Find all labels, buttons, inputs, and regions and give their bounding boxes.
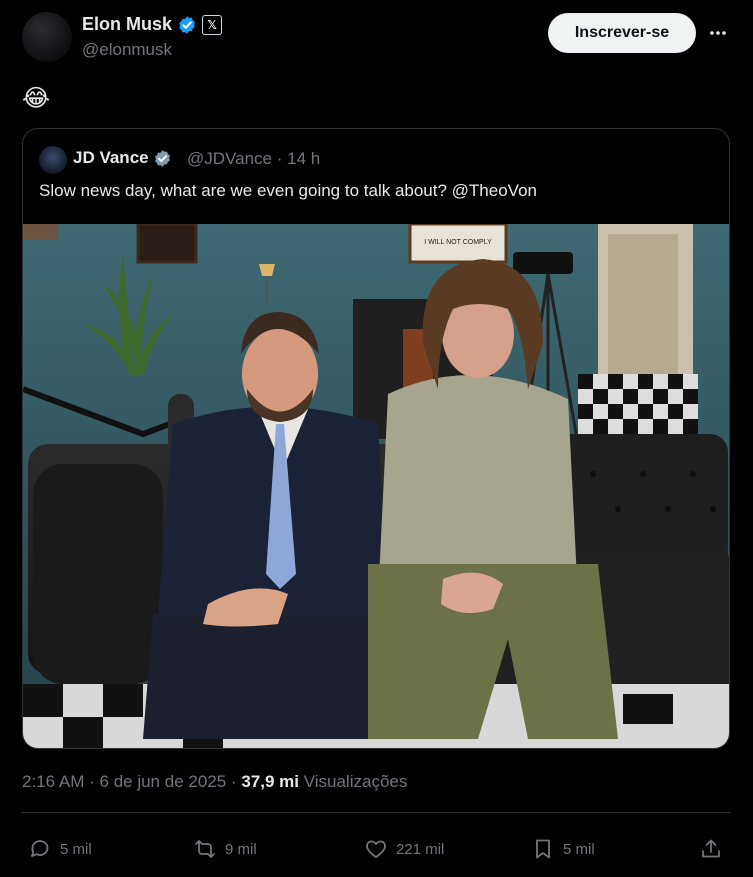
quoted-time[interactable]: 14 h — [287, 149, 320, 168]
views-count[interactable]: 37,9 mi — [241, 772, 299, 791]
quoted-separator: · — [276, 149, 283, 168]
bookmark-button[interactable]: 5 mil — [531, 835, 595, 863]
reply-count: 5 mil — [60, 840, 92, 858]
more-dots-glyph — [710, 31, 726, 35]
quoted-photo[interactable]: I WILL NOT COMPLY — [23, 224, 730, 749]
author-name-row[interactable]: Elon Musk 𝕏 — [82, 14, 223, 36]
verified-badge-icon — [179, 16, 195, 34]
more-icon[interactable] — [706, 20, 730, 46]
quoted-tweet[interactable]: JD Vance @JDVance · 14 h Slow news day, … — [22, 128, 730, 749]
heart-icon — [366, 840, 386, 858]
affiliation-x-badge-icon: 𝕏 — [202, 15, 223, 36]
repost-icon — [195, 840, 215, 858]
photo-sign-text: I WILL NOT COMPLY — [424, 239, 492, 246]
share-icon — [702, 839, 720, 858]
share-button[interactable] — [699, 835, 723, 863]
quoted-author-name[interactable]: JD Vance — [73, 148, 149, 167]
quoted-author-avatar[interactable] — [39, 146, 67, 174]
author-handle[interactable]: @elonmusk — [82, 40, 172, 60]
timestamp-separator: · — [89, 772, 95, 791]
subscribe-button[interactable]: Inscrever-se — [548, 13, 696, 53]
reply-button[interactable]: 5 mil — [28, 835, 92, 863]
tweet-timestamp-row: 2:16 AM · 6 de jun de 2025 · 37,9 mi Vis… — [22, 772, 407, 792]
affiliation-badge-text: 𝕏 — [207, 18, 217, 33]
tweet-time[interactable]: 2:16 AM — [22, 772, 84, 791]
quoted-author-handle[interactable]: @JDVance — [187, 149, 272, 168]
author-avatar[interactable] — [22, 12, 72, 62]
bookmark-count: 5 mil — [563, 840, 595, 858]
views-separator: · — [230, 772, 237, 791]
tweet-text: 😂 — [22, 85, 51, 112]
quoted-meta: @JDVance · 14 h — [187, 149, 320, 169]
reply-icon — [31, 840, 49, 857]
repost-count: 9 mil — [225, 840, 257, 858]
quoted-verified-badge-icon — [155, 150, 171, 167]
repost-button[interactable]: 9 mil — [193, 835, 257, 863]
views-label[interactable]: Visualizações — [304, 772, 408, 791]
like-count: 221 mil — [396, 840, 445, 858]
quoted-tweet-text: Slow news day, what are we even going to… — [39, 181, 537, 200]
author-name[interactable]: Elon Musk — [82, 14, 172, 34]
like-button[interactable]: 221 mil — [364, 835, 444, 863]
quoted-author-name-row[interactable]: JD Vance — [73, 148, 172, 168]
bookmark-icon — [536, 839, 550, 859]
checker-floor — [578, 374, 698, 434]
divider — [22, 812, 730, 813]
tweet-date[interactable]: 6 de jun de 2025 — [100, 772, 227, 791]
